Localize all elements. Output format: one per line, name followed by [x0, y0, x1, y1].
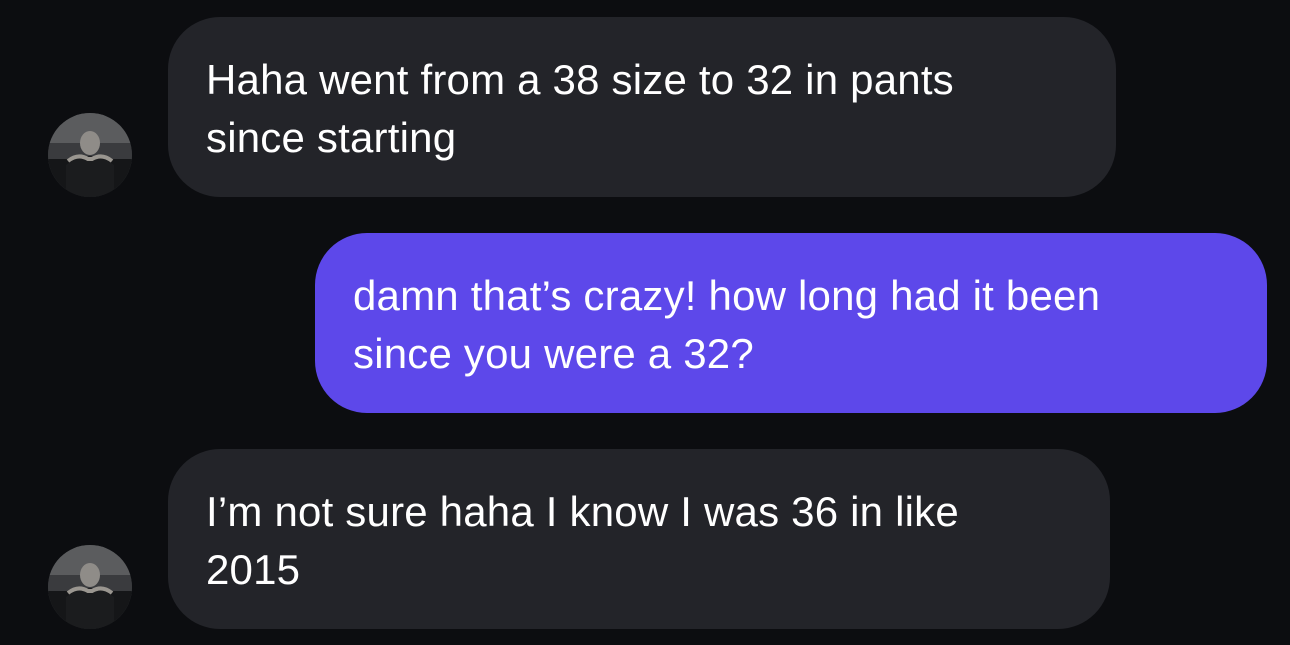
message-text-line: since starting — [206, 114, 457, 161]
sender-avatar[interactable] — [48, 545, 132, 629]
message-text-line: Haha went from a 38 size to 32 in pants — [206, 56, 954, 103]
incoming-message-bubble[interactable]: I’m not sure haha I know I was 36 in lik… — [168, 449, 1110, 629]
outgoing-message-bubble[interactable]: damn that’s crazy! how long had it been … — [315, 233, 1267, 413]
message-text-line: damn that’s crazy! how long had it been — [353, 272, 1101, 319]
person-photo-icon — [48, 545, 132, 629]
incoming-message-bubble[interactable]: Haha went from a 38 size to 32 in pants … — [168, 17, 1116, 197]
message-text-line: I’m not sure haha I know I was 36 in lik… — [206, 488, 959, 535]
person-photo-icon — [48, 113, 132, 197]
message-thread: Haha went from a 38 size to 32 in pants … — [0, 0, 1290, 645]
message-text-line: since you were a 32? — [353, 330, 754, 377]
sender-avatar[interactable] — [48, 113, 132, 197]
message-text-line: 2015 — [206, 546, 301, 593]
